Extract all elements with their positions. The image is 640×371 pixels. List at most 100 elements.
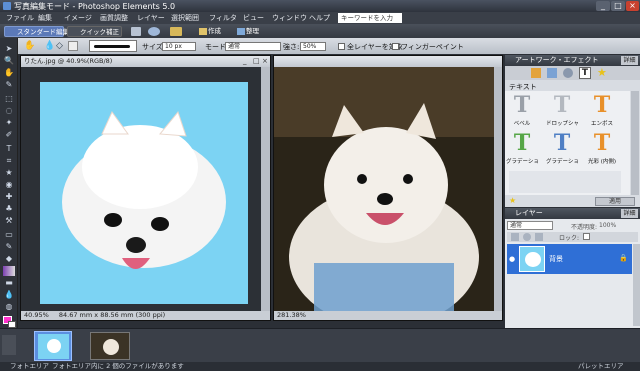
menu-edit[interactable]: 編集 bbox=[38, 13, 52, 23]
standard-edit-tab[interactable]: スタンダード編集 bbox=[4, 26, 69, 37]
artwork-detail-button[interactable]: 詳細 bbox=[621, 56, 638, 65]
help-search-input[interactable]: キーワードを入力 bbox=[338, 13, 402, 23]
clone-stamp-tool-icon[interactable]: ♣ bbox=[3, 204, 15, 214]
all-layers-checkbox[interactable] bbox=[338, 43, 345, 50]
layers-scrollbar[interactable] bbox=[633, 244, 640, 326]
hand-tool-icon[interactable]: ✋ bbox=[3, 68, 15, 78]
document-1-close-icon[interactable]: × bbox=[262, 57, 270, 65]
bin-thumbnail-2[interactable] bbox=[90, 332, 130, 360]
move-tool-icon[interactable]: ➤ bbox=[3, 44, 15, 54]
quick-fix-tab[interactable]: クイック補正 bbox=[67, 26, 122, 37]
marquee-tool-icon[interactable]: ⬚ bbox=[3, 94, 15, 104]
document-2-scrollbar[interactable] bbox=[494, 67, 502, 311]
close-icon[interactable]: × bbox=[626, 1, 639, 11]
style-bevel-label: ベベル bbox=[513, 121, 531, 127]
minimize-icon[interactable]: _ bbox=[596, 1, 610, 11]
document-window-1[interactable]: りたん.jpg @ 40.9%(RGB/8) _ □ × 40.95% 84.6… bbox=[20, 55, 271, 321]
artwork-tab-icon[interactable] bbox=[531, 68, 541, 78]
folder-icon[interactable] bbox=[170, 27, 182, 36]
style-drop-shadow[interactable]: T ドロップシャドウ bbox=[546, 93, 578, 129]
type-tool-icon[interactable]: T bbox=[3, 144, 15, 154]
document-1-maximize-icon[interactable]: □ bbox=[253, 57, 261, 65]
photo-bin-toggle[interactable]: フォトエリア bbox=[10, 362, 49, 371]
photo-dog-image bbox=[274, 67, 494, 311]
crop-tool-icon[interactable]: ⌗ bbox=[3, 156, 15, 166]
size-field[interactable]: 10 px bbox=[162, 42, 196, 51]
style-gradient-1[interactable]: T グラデーショ... bbox=[506, 131, 538, 167]
mode-select[interactable]: 通常 bbox=[225, 42, 281, 51]
cookie-cutter-tool-icon[interactable]: ★ bbox=[3, 168, 15, 178]
layers-detail-button[interactable]: 詳細 bbox=[621, 209, 638, 218]
gradient-tool-icon[interactable] bbox=[3, 266, 15, 276]
strength-field[interactable]: 50% bbox=[300, 42, 326, 51]
bin-thumbnail-1-dog bbox=[47, 339, 61, 353]
style-inner-glow[interactable]: T 光彩 (内側) bbox=[588, 131, 616, 167]
zoom-tool-icon[interactable]: 🔍 bbox=[3, 56, 15, 66]
brush-tool-icon[interactable]: ✎ bbox=[3, 242, 15, 252]
artwork-panel-header[interactable]: アートワーク・エフェクト bbox=[505, 55, 640, 66]
menu-file[interactable]: ファイル bbox=[6, 13, 34, 23]
print-icon[interactable] bbox=[131, 27, 141, 36]
document-1-minimize-icon[interactable]: _ bbox=[243, 57, 251, 65]
eyedropper-tool-icon[interactable]: ✎ bbox=[3, 80, 15, 90]
pattern-stamp-tool-icon[interactable]: ⚒ bbox=[3, 216, 15, 226]
document-2-titlebar[interactable] bbox=[274, 56, 502, 67]
themes-tab-icon[interactable] bbox=[547, 68, 557, 78]
delete-layer-icon[interactable] bbox=[535, 233, 543, 241]
apply-button[interactable]: 適用 bbox=[595, 197, 635, 206]
blur-tool-icon[interactable]: 💧 bbox=[3, 290, 15, 300]
layer-row-background[interactable]: ● 背景 🔒 bbox=[507, 244, 632, 274]
add-favorite-icon[interactable]: ★ bbox=[509, 197, 517, 205]
drop-icon[interactable]: 💧 bbox=[44, 41, 55, 51]
drop-outline-icon[interactable]: ◇ bbox=[56, 41, 66, 51]
selection-brush-tool-icon[interactable]: ✐ bbox=[3, 130, 15, 140]
brush-preset-icon[interactable] bbox=[68, 41, 78, 51]
lock-transparency-checkbox[interactable] bbox=[583, 233, 590, 240]
document-1-titlebar[interactable]: りたん.jpg @ 40.9%(RGB/8) bbox=[21, 56, 270, 67]
healing-brush-tool-icon[interactable]: ✚ bbox=[3, 192, 15, 202]
smudge-tool-icon[interactable]: ✋ bbox=[24, 41, 35, 51]
document-1-zoom[interactable]: 40.95% bbox=[24, 311, 49, 319]
document-window-2[interactable]: 281.38% bbox=[273, 55, 503, 321]
document-2-zoom[interactable]: 281.38% bbox=[277, 311, 306, 319]
lasso-tool-icon[interactable]: ◌ bbox=[3, 106, 15, 116]
brush-picker[interactable] bbox=[89, 40, 137, 52]
new-layer-icon[interactable] bbox=[511, 233, 519, 241]
bin-options-button[interactable] bbox=[2, 335, 16, 355]
style-bevel[interactable]: T ベベル bbox=[509, 93, 535, 129]
finger-paint-checkbox[interactable] bbox=[392, 43, 399, 50]
palette-bin-toggle[interactable]: パレットエリア bbox=[578, 362, 624, 371]
menu-window[interactable]: ウィンドウ bbox=[272, 13, 307, 23]
red-eye-tool-icon[interactable]: ◉ bbox=[3, 180, 15, 190]
menu-help[interactable]: ヘルプ bbox=[309, 13, 330, 23]
favorites-tab-icon[interactable]: ★ bbox=[597, 67, 609, 79]
paint-bucket-tool-icon[interactable]: ◆ bbox=[3, 254, 15, 264]
eraser-tool-icon[interactable]: ▭ bbox=[3, 230, 15, 240]
document-2-canvas-area[interactable] bbox=[274, 67, 494, 311]
share-icon[interactable] bbox=[148, 27, 160, 36]
layer-visibility-eye-icon[interactable]: ● bbox=[509, 255, 517, 263]
adjustment-layer-icon[interactable] bbox=[523, 233, 531, 241]
layers-panel-header[interactable]: レイヤー bbox=[505, 208, 640, 219]
menu-enhance[interactable]: 画質調整 bbox=[100, 13, 128, 23]
style-gradient-2[interactable]: T グラデーション bbox=[546, 131, 578, 167]
text-effects-tab-icon[interactable]: T bbox=[579, 67, 591, 79]
bin-thumbnail-1[interactable] bbox=[34, 331, 72, 361]
document-1-scrollbar[interactable] bbox=[261, 67, 270, 311]
menu-filter[interactable]: フィルタ bbox=[209, 13, 237, 23]
maximize-icon[interactable]: □ bbox=[611, 1, 625, 11]
background-color-swatch[interactable] bbox=[8, 321, 16, 328]
sponge-tool-icon[interactable]: ◍ bbox=[3, 302, 15, 312]
menu-view[interactable]: ビュー bbox=[243, 13, 264, 23]
layer-blend-mode-select[interactable]: 通常 bbox=[507, 221, 553, 230]
style-grid-scrollbar[interactable] bbox=[631, 91, 639, 195]
effects-tab-icon[interactable] bbox=[563, 68, 573, 78]
menu-layer[interactable]: レイヤー bbox=[137, 13, 165, 23]
layer-opacity-field[interactable]: 100% bbox=[599, 222, 616, 229]
style-emboss[interactable]: T エンボス bbox=[589, 93, 615, 129]
menu-image[interactable]: イメージ bbox=[64, 13, 92, 23]
shape-tool-icon[interactable]: ▬ bbox=[3, 278, 15, 288]
document-1-canvas-area[interactable] bbox=[21, 67, 270, 311]
magic-wand-tool-icon[interactable]: ✦ bbox=[3, 118, 15, 128]
menu-select[interactable]: 選択範囲 bbox=[171, 13, 199, 23]
